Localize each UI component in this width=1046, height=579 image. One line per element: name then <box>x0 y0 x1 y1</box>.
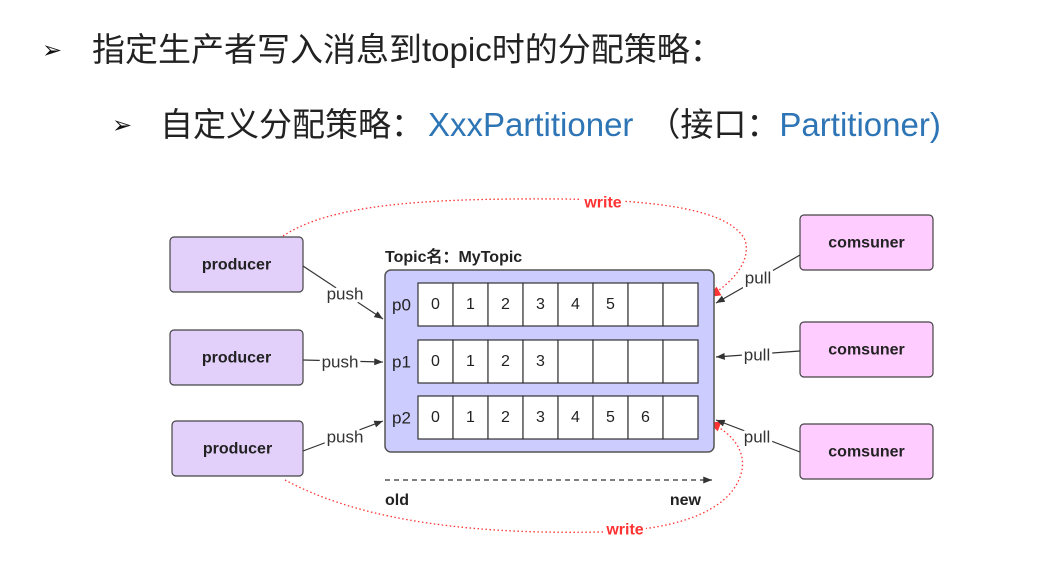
producer-label: producer <box>202 350 271 367</box>
offset-cell <box>662 282 699 327</box>
consumer-label: comsuner <box>828 444 904 461</box>
offset-cell <box>627 282 664 327</box>
producer-label: producer <box>203 441 272 458</box>
pull-label: pull <box>744 428 770 447</box>
consumer-2: comsuner <box>799 321 934 378</box>
write-label: write <box>583 195 621 212</box>
offset-cell <box>627 339 664 384</box>
offset-value: 1 <box>466 296 475 313</box>
offset-value: 6 <box>641 409 650 426</box>
partition-strategy-diagram: Topic名：MyTopic p0 p1 p2 0 1 2 3 4 5 0 1 2 3 0 1 2 3 4 5… <box>169 192 934 542</box>
topic-label: Topic名：MyTopic <box>385 247 522 266</box>
partition-p0-row: 0 1 2 3 4 5 <box>417 282 699 327</box>
offset-value: 2 <box>501 353 510 370</box>
offset-value: 0 <box>431 353 440 370</box>
offset-value: 4 <box>571 296 580 313</box>
offset-cell <box>557 339 594 384</box>
offset-value: 5 <box>606 296 615 313</box>
offset-value: 5 <box>606 409 615 426</box>
pull-label: pull <box>745 269 771 288</box>
producer-2: producer <box>169 329 304 386</box>
offset-value: 1 <box>466 409 475 426</box>
offset-value: 3 <box>536 353 545 370</box>
offset-value: 3 <box>536 296 545 313</box>
offset-value: 4 <box>571 409 580 426</box>
write-label: write <box>605 522 643 539</box>
offset-value: 2 <box>501 296 510 313</box>
offset-cell <box>662 339 699 384</box>
consumer-1: comsuner <box>799 214 934 271</box>
consumer-3: comsuner <box>799 423 934 480</box>
producer-1: producer <box>169 236 304 293</box>
push-label: push <box>322 353 359 372</box>
offset-value: 0 <box>431 296 440 313</box>
offset-cell <box>662 395 699 440</box>
partition-label-p2: p2 <box>392 409 411 428</box>
consumer-label: comsuner <box>828 342 904 359</box>
partition-label-p0: p0 <box>392 296 411 315</box>
offset-value: 1 <box>466 353 475 370</box>
offset-cell <box>592 339 629 384</box>
offset-value: 0 <box>431 409 440 426</box>
partition-label-p1: p1 <box>392 353 411 372</box>
producer-3: producer <box>171 420 304 477</box>
push-label: push <box>327 428 364 447</box>
producer-label: producer <box>202 257 271 274</box>
partition-p1-row: 0 1 2 3 <box>417 339 699 384</box>
axis-end-label: new <box>670 492 702 509</box>
pull-label: pull <box>744 346 770 365</box>
axis-start-label: old <box>385 492 409 509</box>
push-label: push <box>327 285 364 304</box>
consumer-label: comsuner <box>828 235 904 252</box>
partition-p2-row: 0 1 2 3 4 5 6 <box>417 395 699 440</box>
partition-cells: 0 1 2 3 4 5 0 1 2 3 0 1 2 3 4 5 6 <box>417 282 699 440</box>
offset-value: 2 <box>501 409 510 426</box>
offset-value: 3 <box>536 409 545 426</box>
